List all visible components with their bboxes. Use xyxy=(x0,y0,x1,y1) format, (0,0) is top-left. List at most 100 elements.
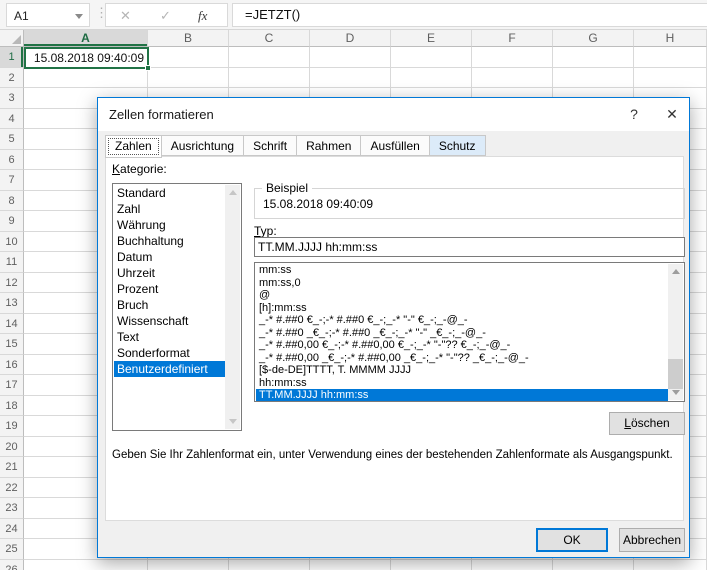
ok-button[interactable]: OK xyxy=(536,528,608,552)
row-header-16[interactable]: 16 xyxy=(0,355,24,376)
tab-schutz[interactable]: Schutz xyxy=(429,135,486,156)
row-header-24[interactable]: 24 xyxy=(0,519,24,540)
row-header-26[interactable]: 26 xyxy=(0,560,24,570)
enter-icon[interactable]: ✓ xyxy=(160,8,171,24)
category-item[interactable]: Währung xyxy=(114,217,225,233)
category-item[interactable]: Zahl xyxy=(114,201,225,217)
format-listbox[interactable]: mm:ssmm:ss,0@[h]:mm:ss_-* #.##0 €_-;-* #… xyxy=(254,262,685,402)
format-item[interactable]: _-* #.##0,00 _€_-;-* #.##0,00 _€_-;_-* "… xyxy=(256,352,668,365)
row-header-19[interactable]: 19 xyxy=(0,416,24,437)
tab-schrift[interactable]: Schrift xyxy=(243,135,296,156)
format-item[interactable]: _-* #.##0 €_-;-* #.##0 €_-;_-* "-" €_-;_… xyxy=(256,314,668,327)
name-box[interactable]: A1 xyxy=(6,3,90,27)
category-item[interactable]: Wissenschaft xyxy=(114,313,225,329)
row-header-7[interactable]: 7 xyxy=(0,170,24,191)
tab-strip: ZahlenAusrichtungSchriftRahmenAusfüllenS… xyxy=(105,135,486,157)
row-header-21[interactable]: 21 xyxy=(0,457,24,478)
format-item[interactable]: [h]:mm:ss xyxy=(256,302,668,315)
category-item[interactable]: Datum xyxy=(114,249,225,265)
cancel-button[interactable]: Abbrechen xyxy=(619,528,685,552)
row-header-6[interactable]: 6 xyxy=(0,150,24,171)
name-box-value: A1 xyxy=(14,9,29,23)
row-header-5[interactable]: 5 xyxy=(0,129,24,150)
row-header-22[interactable]: 22 xyxy=(0,478,24,499)
column-header-A[interactable]: A xyxy=(24,30,148,47)
format-item[interactable]: @ xyxy=(256,289,668,302)
cancel-icon[interactable]: ✕ xyxy=(120,8,131,24)
format-item[interactable]: [$-de-DE]TTTT, T. MMMM JJJJ xyxy=(256,364,668,377)
tab-ausrichtung[interactable]: Ausrichtung xyxy=(162,135,243,156)
formula-input[interactable]: =JETZT() xyxy=(232,3,707,27)
formula-buttons: ✕ ✓ fx xyxy=(105,3,228,27)
tab-ausfllen[interactable]: Ausfüllen xyxy=(360,135,428,156)
format-item[interactable]: mm:ss,0 xyxy=(256,277,668,290)
format-item[interactable]: hh:mm:ss xyxy=(256,377,668,390)
scroll-up-icon[interactable] xyxy=(225,185,240,200)
beispiel-label: Beispiel xyxy=(262,181,312,195)
format-item[interactable]: mm:ss xyxy=(256,264,668,277)
format-scrollbar[interactable] xyxy=(668,264,683,400)
tab-zahlen[interactable]: Zahlen xyxy=(105,135,162,158)
column-header-E[interactable]: E xyxy=(391,30,472,47)
select-all-corner[interactable] xyxy=(0,30,24,47)
scroll-down-icon[interactable] xyxy=(668,385,683,400)
column-header-H[interactable]: H xyxy=(634,30,707,47)
scroll-up-icon[interactable] xyxy=(668,264,683,279)
fill-handle[interactable] xyxy=(145,65,151,71)
row-header-8[interactable]: 8 xyxy=(0,191,24,212)
row-header-10[interactable]: 10 xyxy=(0,232,24,253)
row-header-1[interactable]: 1 xyxy=(0,47,24,68)
close-icon[interactable]: ✕ xyxy=(654,98,690,130)
format-item[interactable]: _-* #.##0 _€_-;-* #.##0 _€_-;_-* "-" _€_… xyxy=(256,327,668,340)
category-item[interactable]: Standard xyxy=(114,185,225,201)
format-cells-dialog: Zellen formatieren ? ✕ ZahlenAusrichtung… xyxy=(97,97,690,558)
category-item[interactable]: Bruch xyxy=(114,297,225,313)
row-header-20[interactable]: 20 xyxy=(0,437,24,458)
row-header-4[interactable]: 4 xyxy=(0,109,24,130)
typ-input[interactable]: TT.MM.JJJJ hh:mm:ss xyxy=(254,237,685,257)
tab-rahmen[interactable]: Rahmen xyxy=(296,135,360,156)
column-header-C[interactable]: C xyxy=(229,30,310,47)
column-header-B[interactable]: B xyxy=(148,30,229,47)
category-item[interactable]: Buchhaltung xyxy=(114,233,225,249)
help-icon[interactable]: ? xyxy=(618,98,650,130)
scroll-down-icon[interactable] xyxy=(225,414,240,429)
row-header-12[interactable]: 12 xyxy=(0,273,24,294)
typ-label: Typ: xyxy=(254,224,277,238)
beispiel-groupbox: Beispiel 15.08.2018 09:40:09 xyxy=(254,188,685,219)
format-item-selected[interactable]: TT.MM.JJJJ hh:mm:ss xyxy=(256,389,668,402)
row-header-17[interactable]: 17 xyxy=(0,375,24,396)
row-header-23[interactable]: 23 xyxy=(0,498,24,519)
beispiel-value: 15.08.2018 09:40:09 xyxy=(263,197,373,211)
row-header-11[interactable]: 11 xyxy=(0,252,24,273)
row-header-3[interactable]: 3 xyxy=(0,88,24,109)
column-header-G[interactable]: G xyxy=(553,30,634,47)
row-header-2[interactable]: 2 xyxy=(0,68,24,89)
row-header-13[interactable]: 13 xyxy=(0,293,24,314)
column-header-F[interactable]: F xyxy=(472,30,553,47)
selected-cell-a1[interactable]: 15.08.2018 09:40:09 xyxy=(24,47,149,69)
formula-bar: A1 ⋮ ✕ ✓ fx =JETZT() xyxy=(0,0,707,30)
category-item[interactable]: Sonderformat xyxy=(114,345,225,361)
category-item[interactable]: Prozent xyxy=(114,281,225,297)
chevron-down-icon[interactable] xyxy=(75,14,83,19)
dialog-title: Zellen formatieren xyxy=(109,107,214,122)
delete-button[interactable]: Löschen xyxy=(609,412,685,435)
row-header-18[interactable]: 18 xyxy=(0,396,24,417)
category-item-selected[interactable]: Benutzerdefiniert xyxy=(114,361,225,377)
row-header-9[interactable]: 9 xyxy=(0,211,24,232)
category-listbox[interactable]: StandardZahlWährungBuchhaltungDatumUhrze… xyxy=(112,183,242,431)
column-header-D[interactable]: D xyxy=(310,30,391,47)
gridline-horizontal xyxy=(24,559,707,560)
insert-function-icon[interactable]: fx xyxy=(198,8,207,24)
dialog-titlebar[interactable]: Zellen formatieren ? ✕ xyxy=(98,98,689,131)
category-item[interactable]: Text xyxy=(114,329,225,345)
row-header-15[interactable]: 15 xyxy=(0,334,24,355)
row-header-14[interactable]: 14 xyxy=(0,314,24,335)
row-header-25[interactable]: 25 xyxy=(0,539,24,560)
dialog-help-text: Geben Sie Ihr Zahlenformat ein, unter Ve… xyxy=(112,449,678,461)
category-item[interactable]: Uhrzeit xyxy=(114,265,225,281)
category-label: Kategorie: xyxy=(112,162,167,176)
category-scrollbar[interactable] xyxy=(225,185,240,429)
format-item[interactable]: _-* #.##0,00 €_-;-* #.##0,00 €_-;_-* "-"… xyxy=(256,339,668,352)
